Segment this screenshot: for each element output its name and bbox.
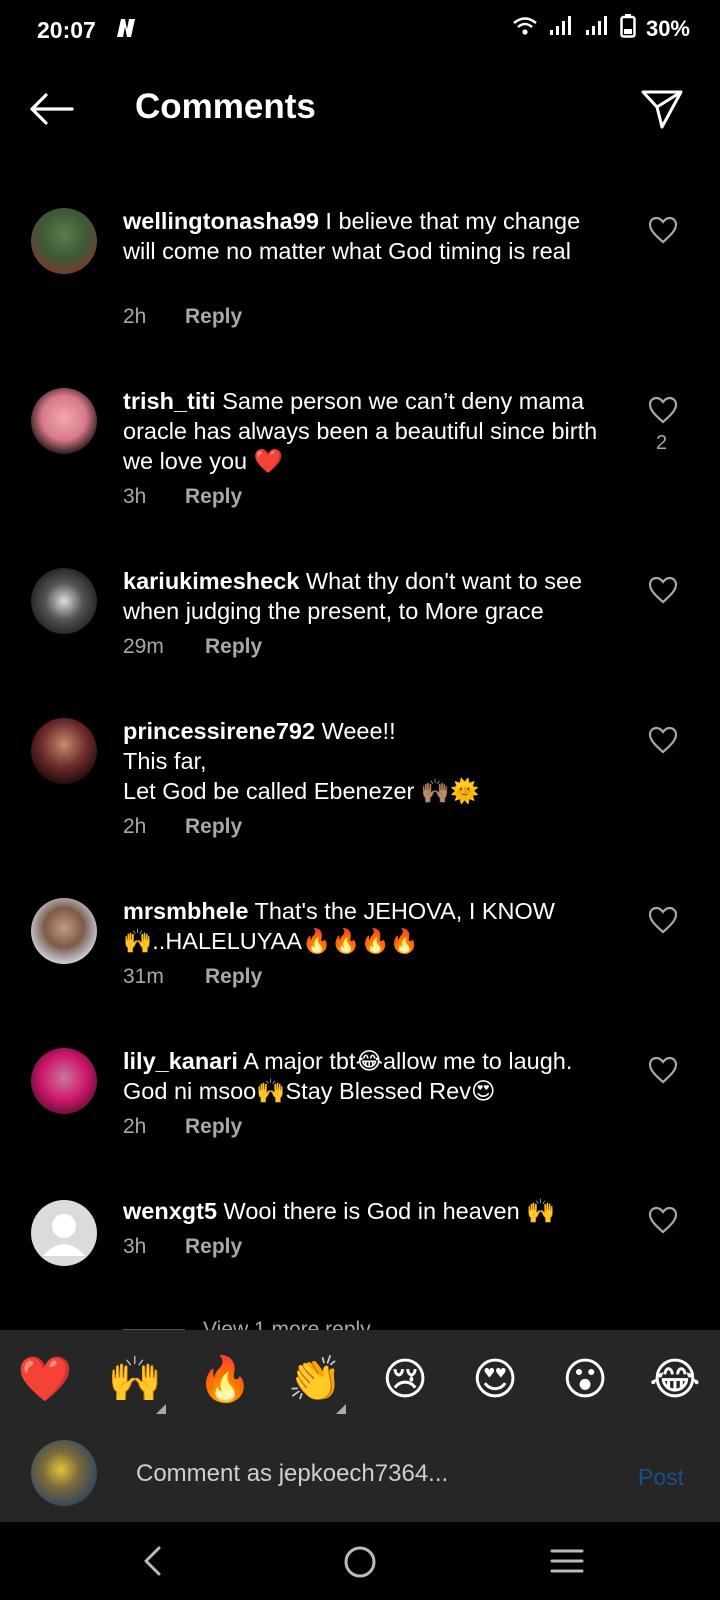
default-avatar[interactable] [31,1200,97,1266]
comment-time: 2h [123,305,147,328]
comment-input[interactable]: Comment as jepkoech7364... [136,1460,448,1488]
emoji-reaction-bar: ❤️ 🙌 🔥 👏 😢 😍 😮 😂 [0,1330,720,1430]
emoji-heart-eyes[interactable]: 😍 [450,1350,540,1410]
skin-tone-indicator [336,1404,346,1414]
emoji-clap-glyph: 👏 [287,1355,343,1404]
reply-button[interactable]: Reply [205,635,262,659]
like-count: 2 [656,432,668,454]
comment-username[interactable]: lily_kanari [123,1048,238,1074]
comment-time: 2h [123,815,147,838]
heart-icon[interactable] [648,396,678,424]
comment-body: Wooi there is God in heaven 🙌 [217,1198,556,1224]
signal-icon [548,15,574,42]
emoji-surprised[interactable]: 😮 [540,1350,630,1410]
skin-tone-indicator [156,1404,166,1414]
comment-meta: 2h Reply [123,305,242,329]
emoji-crying[interactable]: 😢 [360,1350,450,1410]
heart-icon[interactable] [648,906,678,934]
page-title: Comments [135,87,316,126]
comment-text: lily_kanari A major tbt😂allow me to laug… [123,1046,613,1106]
emoji-raised-hands[interactable]: 🙌 [90,1350,180,1414]
comment-time: 31m [123,965,164,988]
wifi-icon [512,15,538,42]
reply-button[interactable]: Reply [205,965,262,989]
comment-meta: 3h Reply [123,485,242,509]
comment-meta: 2h Reply [123,1115,242,1139]
nav-menu-icon[interactable] [550,1544,584,1583]
emoji-raised-hands-glyph: 🙌 [107,1355,163,1404]
reply-button[interactable]: Reply [185,485,242,509]
comment-username[interactable]: kariukimesheck [123,568,299,594]
netflix-notification-icon [114,16,138,45]
avatar[interactable] [31,208,97,274]
status-bar: 20:07 30% [0,0,720,62]
battery-percent: 30% [645,15,690,41]
emoji-fire[interactable]: 🔥 [180,1350,270,1410]
reply-button[interactable]: Reply [185,815,242,839]
heart-icon[interactable] [648,1206,678,1234]
comment-text: mrsmbhele That's the JEHOVA, I KNOW 🙌..H… [123,896,613,956]
heart-icon[interactable] [648,1056,678,1084]
comment-username[interactable]: mrsmbhele [123,898,248,924]
avatar[interactable] [31,388,97,454]
avatar[interactable] [31,1048,97,1114]
signal-icon-2 [584,15,610,42]
comment-text: kariukimesheck What thy don't want to se… [123,566,613,626]
status-time: 20:07 [37,17,96,43]
comments-header: Comments [0,62,720,162]
comment-meta: 31m Reply [123,965,262,989]
avatar[interactable] [31,568,97,634]
comment-compose-bar: Comment as jepkoech7364... Post [0,1430,720,1522]
send-icon[interactable] [640,88,684,135]
heart-icon[interactable] [648,576,678,604]
comment-username[interactable]: trish_titi [123,388,216,414]
comment-time: 29m [123,635,164,658]
avatar[interactable] [31,898,97,964]
comment-meta: 29m Reply [123,635,262,659]
comment-text: princessirene792 Weee!! This far, Let Go… [123,716,613,806]
nav-back-icon[interactable] [140,1544,164,1583]
back-arrow-icon[interactable] [28,92,74,131]
comment-text: trish_titi Same person we can’t deny mam… [123,386,613,476]
reply-button[interactable]: Reply [185,1235,242,1259]
comment-text: wenxgt5 Wooi there is God in heaven 🙌 [123,1196,613,1226]
comment-username[interactable]: princessirene792 [123,718,315,744]
comment-time: 3h [123,485,147,508]
emoji-heart[interactable]: ❤️ [0,1350,90,1410]
heart-icon[interactable] [648,726,678,754]
system-nav-bar [0,1522,720,1600]
comment-meta: 3h Reply [123,1235,242,1259]
heart-icon[interactable] [648,216,678,244]
comment-username[interactable]: wellingtonasha99 [123,208,319,234]
reply-button[interactable]: Reply [185,1115,242,1139]
comment-time: 2h [123,1115,147,1138]
comment-username[interactable]: wenxgt5 [123,1198,217,1224]
comment-time: 3h [123,1235,147,1258]
comment-meta: 2h Reply [123,815,242,839]
avatar[interactable] [31,718,97,784]
nav-home-icon[interactable] [342,1544,378,1585]
emoji-laughing[interactable]: 😂 [630,1350,720,1410]
user-avatar [31,1440,97,1506]
comment-text: wellingtonasha99 I believe that my chang… [123,206,613,266]
emoji-clap[interactable]: 👏 [270,1350,360,1414]
post-button[interactable]: Post [638,1464,684,1491]
reply-button[interactable]: Reply [185,305,242,329]
battery-icon [620,14,636,43]
